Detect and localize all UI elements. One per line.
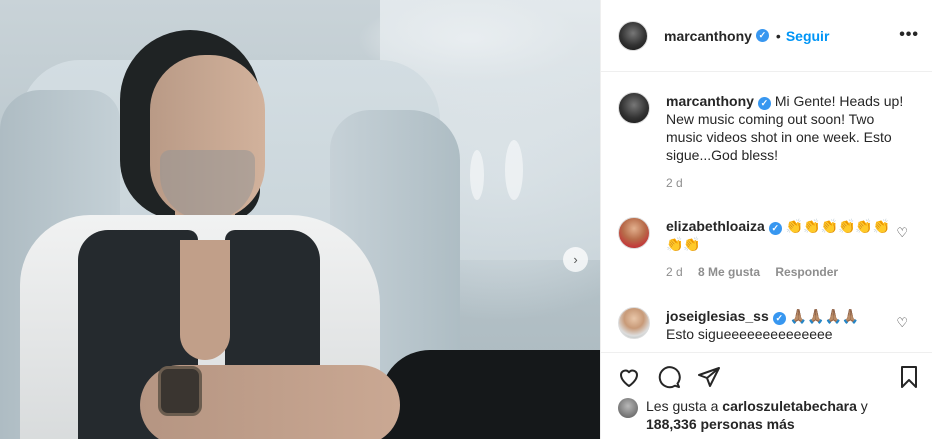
person-pants xyxy=(380,350,600,439)
likes-summary: Les gusta a carloszuletabechara y 188,33… xyxy=(618,397,918,433)
person-chest xyxy=(180,240,230,360)
comment-text: 🙏🏽🙏🏽🙏🏽🙏🏽 xyxy=(789,308,860,324)
likes-count[interactable]: 188,336 personas más xyxy=(646,416,795,432)
person-watch xyxy=(158,366,202,416)
caption: marcanthony ✓ Mi Gente! Heads up! New mus… xyxy=(618,92,918,192)
avatar[interactable] xyxy=(618,217,650,249)
comment-meta: 2 d 8 Me gusta Responder xyxy=(666,263,906,281)
share-paper-plane-icon[interactable] xyxy=(697,365,721,389)
comments-list[interactable]: marcanthony ✓ Mi Gente! Heads up! New mus… xyxy=(601,72,932,352)
comment-author[interactable]: elizabethloaiza xyxy=(666,218,765,234)
background-glass xyxy=(505,140,523,200)
comment-likes[interactable]: 8 Me gusta xyxy=(698,265,760,279)
avatar[interactable] xyxy=(618,92,650,124)
post-photo[interactable]: › xyxy=(0,0,600,439)
avatar[interactable] xyxy=(618,20,648,51)
reply-button[interactable]: Responder xyxy=(775,265,838,279)
verified-badge-icon: ✓ xyxy=(772,311,786,325)
post-actions xyxy=(601,352,932,400)
verified-badge-icon: ✓ xyxy=(755,29,769,42)
next-photo-button[interactable]: › xyxy=(563,247,588,272)
caption-time[interactable]: 2 d xyxy=(666,176,683,190)
post-header: marcanthony ✓ • Seguir ••• xyxy=(601,0,932,72)
verified-badge-icon: ✓ xyxy=(768,221,782,235)
comment-bubble-icon[interactable] xyxy=(657,365,681,389)
like-heart-icon[interactable] xyxy=(617,365,641,389)
avatar[interactable] xyxy=(618,307,650,339)
like-comment-heart-icon[interactable]: ♡ xyxy=(896,225,908,241)
likes-connector: y xyxy=(860,398,868,414)
comment-text-line2: Esto sigueeeeeeeeeeeeee xyxy=(666,326,833,342)
list-item: joseiglesias_ss ✓ 🙏🏽🙏🏽🙏🏽🙏🏽 Esto sigueeeee… xyxy=(618,307,918,343)
caption-body: marcanthony ✓ Mi Gente! Heads up! New mus… xyxy=(666,92,906,192)
comment-author[interactable]: joseiglesias_ss xyxy=(666,308,769,324)
more-options-icon[interactable]: ••• xyxy=(899,26,919,44)
comment-time[interactable]: 2 d xyxy=(666,265,683,279)
likes-user[interactable]: carloszuletabechara xyxy=(722,398,857,414)
follow-button[interactable]: Seguir xyxy=(786,28,830,44)
likes-prefix: Les gusta a xyxy=(646,398,719,414)
comment-body: joseiglesias_ss ✓ 🙏🏽🙏🏽🙏🏽🙏🏽 Esto sigueeeee… xyxy=(666,307,906,343)
avatar[interactable] xyxy=(618,398,638,418)
background-glass xyxy=(470,150,484,200)
chevron-right-icon: › xyxy=(573,252,578,267)
list-item: elizabethloaiza ✓ 👏👏👏👏👏👏👏👏 2 d 8 Me gusta… xyxy=(618,217,918,281)
separator-dot: • xyxy=(775,27,781,44)
save-bookmark-icon[interactable] xyxy=(897,365,921,389)
post-side-panel: marcanthony ✓ • Seguir ••• marcanthony ✓ … xyxy=(600,0,932,439)
verified-badge-icon: ✓ xyxy=(757,96,771,110)
like-comment-heart-icon[interactable]: ♡ xyxy=(896,315,908,331)
caption-author[interactable]: marcanthony xyxy=(666,93,754,109)
author-username[interactable]: marcanthony xyxy=(664,28,752,44)
likes-text: Les gusta a carloszuletabechara y 188,33… xyxy=(646,397,868,433)
comment-body: elizabethloaiza ✓ 👏👏👏👏👏👏👏👏 2 d 8 Me gusta… xyxy=(666,217,906,281)
